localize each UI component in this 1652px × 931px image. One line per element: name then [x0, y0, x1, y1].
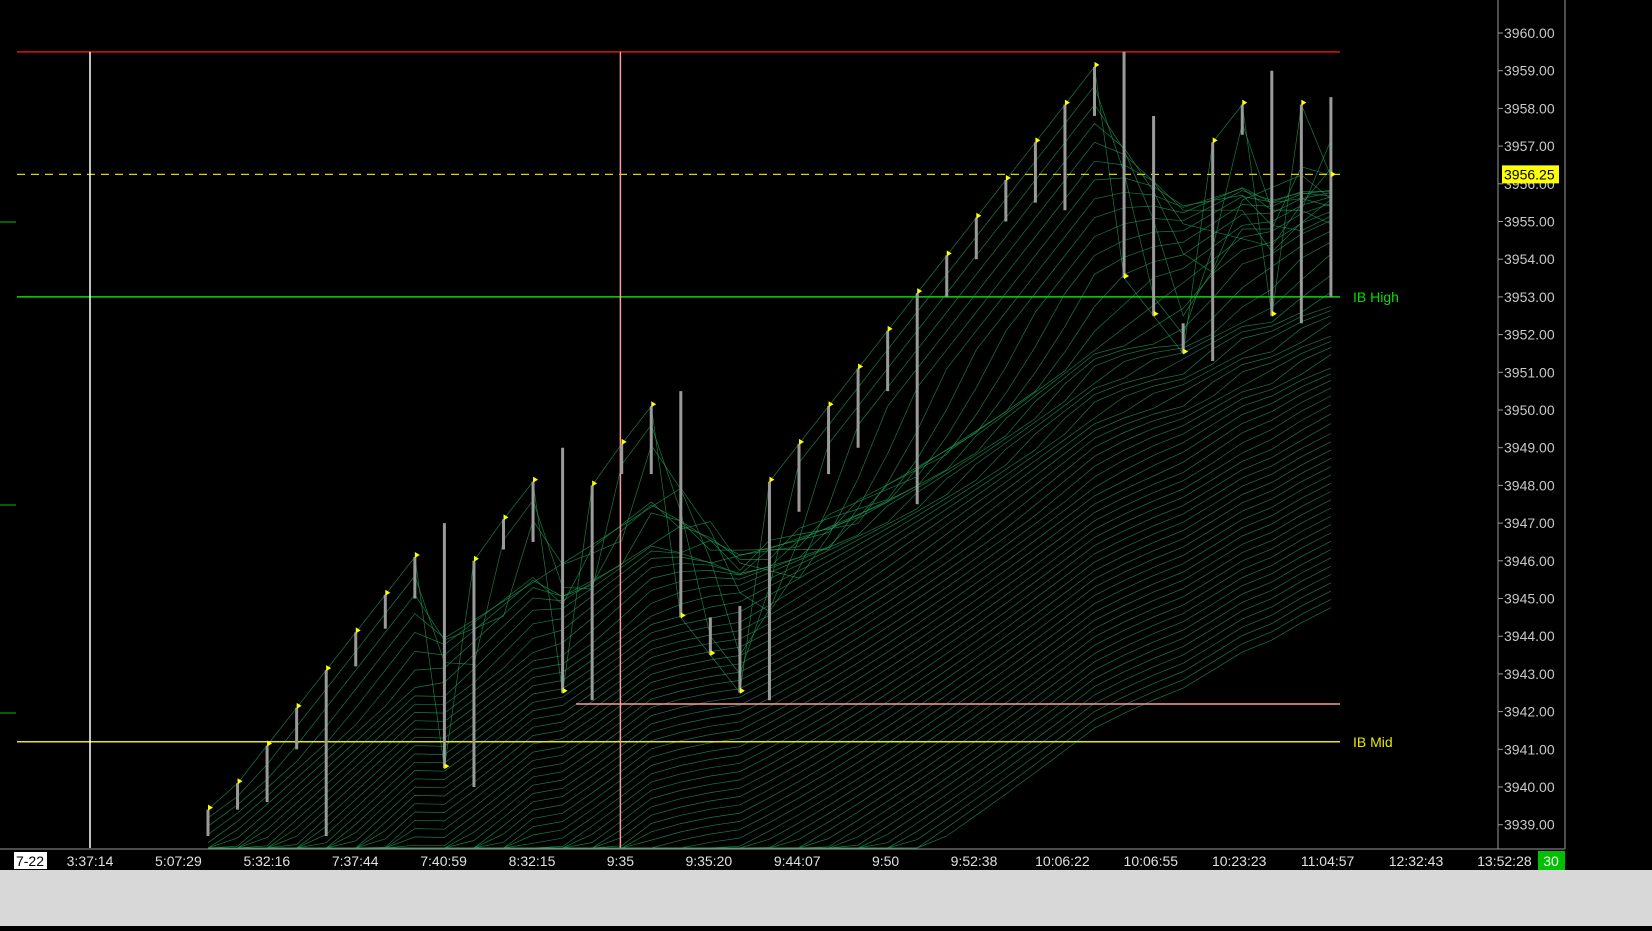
- y-tick-label-4: 3943.00: [1504, 666, 1555, 682]
- x-tick-label-11: 10:06:22: [1035, 853, 1090, 869]
- x-tick-label-16: 13:52:28: [1477, 853, 1532, 869]
- y-tick-label-1: 3940.00: [1504, 779, 1555, 795]
- x-tick-label-8: 9:44:07: [774, 853, 821, 869]
- x-tick-label-7: 9:35:20: [685, 853, 732, 869]
- x-tick-label-2: 5:32:16: [243, 853, 290, 869]
- y-tick-label-12: 3951.00: [1504, 364, 1555, 380]
- y-tick-label-13: 3952.00: [1504, 327, 1555, 343]
- bottom-strip: [0, 870, 1652, 926]
- last-price-label: 3956.25: [1504, 166, 1555, 182]
- x-tick-label-4: 7:40:59: [420, 853, 467, 869]
- x-tick-label-12: 10:06:55: [1124, 853, 1179, 869]
- x-tick-label-6: 9:35: [607, 853, 634, 869]
- x-tick-label-15: 12:32:43: [1389, 853, 1444, 869]
- x-tick-label-3: 7:37:44: [332, 853, 379, 869]
- y-tick-label-15: 3954.00: [1504, 251, 1555, 267]
- chart: IB High IB Mid 3939.00 3940.00 3941.00 3942.…: [0, 0, 1652, 926]
- y-tick-label-9: 3948.00: [1504, 477, 1555, 493]
- y-tick-label-5: 3944.00: [1504, 628, 1555, 644]
- ref-label-ib-mid: IB Mid: [1353, 734, 1393, 750]
- chart-svg: IB High IB Mid 3939.00 3940.00 3941.00 3942.…: [0, 0, 1652, 926]
- y-tick-label-10: 3949.00: [1504, 440, 1555, 456]
- y-tick-label-14: 3953.00: [1504, 289, 1555, 305]
- ref-label-ib-high: IB High: [1353, 289, 1399, 305]
- y-axis-background: [1498, 0, 1652, 850]
- y-tick-label-20: 3959.00: [1504, 63, 1555, 79]
- x-tick-label-10: 9:52:38: [951, 853, 998, 869]
- x-tick-label-1: 5:07:29: [155, 853, 202, 869]
- y-tick-label-11: 3950.00: [1504, 402, 1555, 418]
- x-tick-label-0: 3:37:14: [67, 853, 114, 869]
- y-tick-label-19: 3958.00: [1504, 100, 1555, 116]
- date-label: 7-22: [16, 853, 44, 869]
- x-tick-label-13: 10:23:23: [1212, 853, 1267, 869]
- y-tick-label-18: 3957.00: [1504, 138, 1555, 154]
- y-tick-label-0: 3939.00: [1504, 817, 1555, 833]
- y-tick-label-2: 3941.00: [1504, 741, 1555, 757]
- y-tick-label-16: 3955.00: [1504, 214, 1555, 230]
- x-tick-label-9: 9:50: [872, 853, 899, 869]
- y-tick-label-21: 3960.00: [1504, 25, 1555, 41]
- y-tick-label-7: 3946.00: [1504, 553, 1555, 569]
- y-axis: 3939.00 3940.00 3941.00 3942.00 3943.00 3944.…: [1497, 0, 1652, 850]
- y-tick-label-3: 3942.00: [1504, 704, 1555, 720]
- y-tick-label-8: 3947.00: [1504, 515, 1555, 531]
- x-tick-label-14: 11:04:57: [1301, 853, 1355, 869]
- corner-value: 30: [1543, 853, 1559, 869]
- x-axis: 3:37:14 5:07:29 5:32:16 7:37:44 7:40:59 8:32:…: [0, 848, 1652, 926]
- x-tick-label-5: 8:32:15: [509, 853, 556, 869]
- y-tick-label-6: 3945.00: [1504, 591, 1555, 607]
